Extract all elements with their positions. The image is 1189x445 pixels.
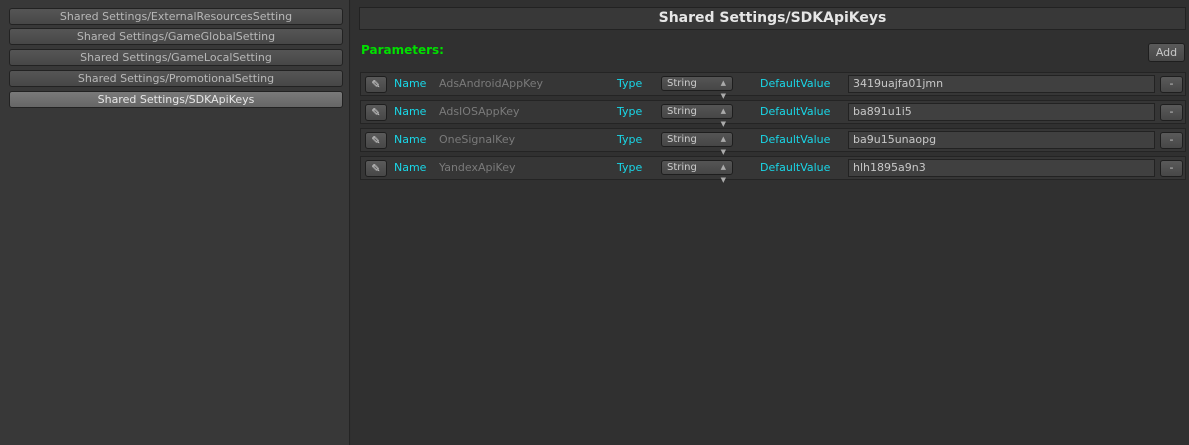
type-label: Type	[617, 77, 643, 90]
name-label: Name	[394, 133, 427, 146]
name-label: Name	[394, 161, 427, 174]
parameter-name: AdsAndroidAppKey	[439, 77, 544, 90]
settings-editor-panel: Shared Settings/SDKApiKeys Parameters: A…	[351, 0, 1189, 445]
type-dropdown[interactable]: String ▲ ▼	[661, 160, 733, 184]
add-parameter-button[interactable]: Add	[1148, 43, 1185, 62]
default-value-input[interactable]: ba9u15unaopg	[848, 131, 1155, 149]
settings-item-sdk-api-keys[interactable]: Shared Settings/SDKApiKeys	[9, 91, 343, 108]
default-value-label: DefaultValue	[760, 161, 831, 174]
type-value: String	[667, 78, 697, 89]
name-label: Name	[394, 105, 427, 118]
default-value-input[interactable]: 3419uajfa01jmn	[848, 75, 1155, 93]
settings-list-panel: Shared Settings/ExternalResourcesSetting…	[0, 0, 350, 445]
settings-item-promotional[interactable]: Shared Settings/PromotionalSetting	[9, 70, 343, 87]
type-dropdown[interactable]: String ▲ ▼	[661, 132, 733, 156]
type-label: Type	[617, 133, 643, 146]
parameters-label: Parameters:	[361, 43, 444, 57]
default-value-input[interactable]: ba891u1i5	[848, 103, 1155, 121]
default-value-label: DefaultValue	[760, 77, 831, 90]
settings-item-game-global[interactable]: Shared Settings/GameGlobalSetting	[9, 28, 343, 45]
edit-parameter-button[interactable]: ✎	[365, 132, 387, 149]
parameter-row: ✎ Name AdsAndroidAppKey Type String ▲ ▼ De…	[360, 72, 1186, 100]
pencil-icon: ✎	[371, 134, 381, 147]
edit-parameter-button[interactable]: ✎	[365, 104, 387, 121]
pencil-icon: ✎	[371, 78, 381, 91]
parameter-name: YandexApiKey	[439, 161, 516, 174]
name-label: Name	[394, 77, 427, 90]
edit-parameter-button[interactable]: ✎	[365, 76, 387, 93]
default-value-label: DefaultValue	[760, 105, 831, 118]
type-dropdown[interactable]: String ▲ ▼	[661, 76, 733, 100]
remove-parameter-button[interactable]: -	[1160, 132, 1183, 149]
parameter-name: OneSignalKey	[439, 133, 516, 146]
default-value-input[interactable]: hlh1895a9n3	[848, 159, 1155, 177]
parameter-row: ✎ Name YandexApiKey Type String ▲ ▼ Defaul…	[360, 156, 1186, 184]
pencil-icon: ✎	[371, 162, 381, 175]
type-value: String	[667, 162, 697, 173]
type-value: String	[667, 106, 697, 117]
updown-arrows-icon: ▲ ▼	[720, 163, 726, 184]
parameter-row: ✎ Name AdsIOSAppKey Type String ▲ ▼ Defaul…	[360, 100, 1186, 128]
remove-parameter-button[interactable]: -	[1160, 104, 1183, 121]
remove-parameter-button[interactable]: -	[1160, 76, 1183, 93]
settings-item-game-local[interactable]: Shared Settings/GameLocalSetting	[9, 49, 343, 66]
type-value: String	[667, 134, 697, 145]
type-dropdown[interactable]: String ▲ ▼	[661, 104, 733, 128]
default-value-label: DefaultValue	[760, 133, 831, 146]
page-title: Shared Settings/SDKApiKeys	[359, 7, 1186, 30]
type-label: Type	[617, 105, 643, 118]
type-label: Type	[617, 161, 643, 174]
parameter-row: ✎ Name OneSignalKey Type String ▲ ▼ Defaul…	[360, 128, 1186, 156]
pencil-icon: ✎	[371, 106, 381, 119]
edit-parameter-button[interactable]: ✎	[365, 160, 387, 177]
settings-item-external-resources[interactable]: Shared Settings/ExternalResourcesSetting	[9, 8, 343, 25]
remove-parameter-button[interactable]: -	[1160, 160, 1183, 177]
parameter-name: AdsIOSAppKey	[439, 105, 520, 118]
